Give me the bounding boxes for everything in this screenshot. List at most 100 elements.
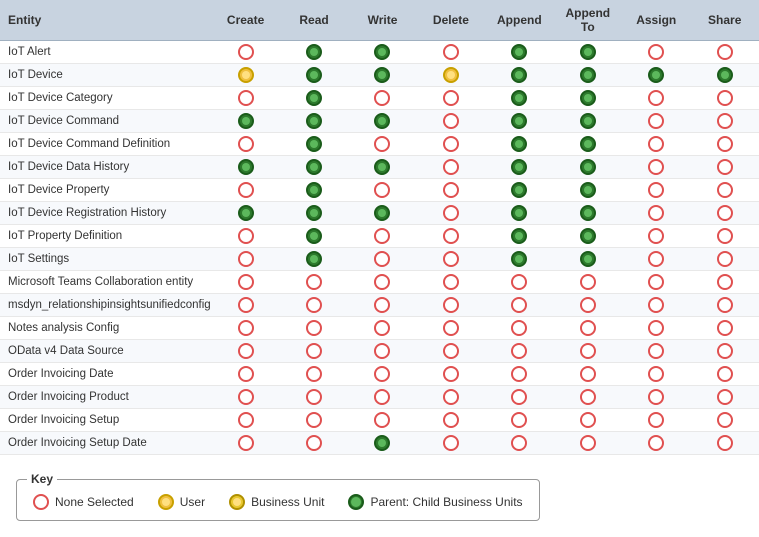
perm-cell[interactable] bbox=[211, 179, 279, 202]
perm-cell[interactable] bbox=[280, 179, 348, 202]
perm-cell[interactable] bbox=[348, 87, 416, 110]
perm-cell[interactable] bbox=[485, 294, 553, 317]
perm-cell[interactable] bbox=[622, 317, 690, 340]
perm-cell[interactable] bbox=[485, 64, 553, 87]
perm-cell[interactable] bbox=[211, 248, 279, 271]
perm-cell[interactable] bbox=[690, 110, 759, 133]
perm-cell[interactable] bbox=[622, 294, 690, 317]
perm-cell[interactable] bbox=[690, 363, 759, 386]
perm-cell[interactable] bbox=[485, 156, 553, 179]
perm-cell[interactable] bbox=[211, 64, 279, 87]
perm-cell[interactable] bbox=[280, 110, 348, 133]
perm-cell[interactable] bbox=[485, 363, 553, 386]
perm-cell[interactable] bbox=[348, 202, 416, 225]
perm-cell[interactable] bbox=[485, 432, 553, 455]
perm-cell[interactable] bbox=[348, 156, 416, 179]
perm-cell[interactable] bbox=[348, 340, 416, 363]
perm-cell[interactable] bbox=[417, 202, 485, 225]
perm-cell[interactable] bbox=[622, 110, 690, 133]
perm-cell[interactable] bbox=[280, 432, 348, 455]
perm-cell[interactable] bbox=[622, 432, 690, 455]
perm-cell[interactable] bbox=[211, 294, 279, 317]
perm-cell[interactable] bbox=[554, 133, 622, 156]
perm-cell[interactable] bbox=[690, 409, 759, 432]
perm-cell[interactable] bbox=[211, 156, 279, 179]
perm-cell[interactable] bbox=[280, 202, 348, 225]
perm-cell[interactable] bbox=[211, 87, 279, 110]
perm-cell[interactable] bbox=[690, 225, 759, 248]
perm-cell[interactable] bbox=[348, 110, 416, 133]
perm-cell[interactable] bbox=[690, 133, 759, 156]
perm-cell[interactable] bbox=[417, 363, 485, 386]
perm-cell[interactable] bbox=[417, 156, 485, 179]
perm-cell[interactable] bbox=[417, 225, 485, 248]
perm-cell[interactable] bbox=[622, 225, 690, 248]
perm-cell[interactable] bbox=[690, 432, 759, 455]
perm-cell[interactable] bbox=[348, 179, 416, 202]
perm-cell[interactable] bbox=[417, 294, 485, 317]
perm-cell[interactable] bbox=[211, 41, 279, 64]
perm-cell[interactable] bbox=[554, 340, 622, 363]
perm-cell[interactable] bbox=[690, 340, 759, 363]
perm-cell[interactable] bbox=[280, 133, 348, 156]
perm-cell[interactable] bbox=[622, 363, 690, 386]
perm-cell[interactable] bbox=[690, 317, 759, 340]
perm-cell[interactable] bbox=[554, 202, 622, 225]
perm-cell[interactable] bbox=[622, 271, 690, 294]
perm-cell[interactable] bbox=[211, 340, 279, 363]
perm-cell[interactable] bbox=[348, 432, 416, 455]
perm-cell[interactable] bbox=[211, 271, 279, 294]
perm-cell[interactable] bbox=[348, 64, 416, 87]
perm-cell[interactable] bbox=[348, 248, 416, 271]
perm-cell[interactable] bbox=[622, 133, 690, 156]
perm-cell[interactable] bbox=[622, 179, 690, 202]
perm-cell[interactable] bbox=[485, 87, 553, 110]
perm-cell[interactable] bbox=[554, 294, 622, 317]
perm-cell[interactable] bbox=[554, 87, 622, 110]
perm-cell[interactable] bbox=[622, 156, 690, 179]
perm-cell[interactable] bbox=[554, 248, 622, 271]
perm-cell[interactable] bbox=[690, 386, 759, 409]
perm-cell[interactable] bbox=[485, 41, 553, 64]
perm-cell[interactable] bbox=[280, 386, 348, 409]
perm-cell[interactable] bbox=[211, 432, 279, 455]
perm-cell[interactable] bbox=[622, 41, 690, 64]
perm-cell[interactable] bbox=[348, 271, 416, 294]
perm-cell[interactable] bbox=[554, 179, 622, 202]
perm-cell[interactable] bbox=[554, 409, 622, 432]
perm-cell[interactable] bbox=[280, 294, 348, 317]
perm-cell[interactable] bbox=[417, 340, 485, 363]
perm-cell[interactable] bbox=[211, 133, 279, 156]
perm-cell[interactable] bbox=[211, 225, 279, 248]
perm-cell[interactable] bbox=[690, 41, 759, 64]
perm-cell[interactable] bbox=[554, 363, 622, 386]
perm-cell[interactable] bbox=[690, 202, 759, 225]
perm-cell[interactable] bbox=[690, 64, 759, 87]
perm-cell[interactable] bbox=[554, 386, 622, 409]
perm-cell[interactable] bbox=[485, 202, 553, 225]
perm-cell[interactable] bbox=[485, 409, 553, 432]
perm-cell[interactable] bbox=[622, 409, 690, 432]
perm-cell[interactable] bbox=[554, 64, 622, 87]
perm-cell[interactable] bbox=[417, 432, 485, 455]
perm-cell[interactable] bbox=[280, 271, 348, 294]
perm-cell[interactable] bbox=[690, 271, 759, 294]
perm-cell[interactable] bbox=[280, 64, 348, 87]
perm-cell[interactable] bbox=[211, 110, 279, 133]
perm-cell[interactable] bbox=[417, 386, 485, 409]
perm-cell[interactable] bbox=[485, 225, 553, 248]
perm-cell[interactable] bbox=[417, 271, 485, 294]
perm-cell[interactable] bbox=[348, 386, 416, 409]
perm-cell[interactable] bbox=[280, 156, 348, 179]
perm-cell[interactable] bbox=[280, 340, 348, 363]
perm-cell[interactable] bbox=[622, 248, 690, 271]
perm-cell[interactable] bbox=[280, 87, 348, 110]
perm-cell[interactable] bbox=[280, 317, 348, 340]
perm-cell[interactable] bbox=[417, 248, 485, 271]
perm-cell[interactable] bbox=[554, 271, 622, 294]
perm-cell[interactable] bbox=[280, 225, 348, 248]
perm-cell[interactable] bbox=[417, 87, 485, 110]
perm-cell[interactable] bbox=[622, 87, 690, 110]
perm-cell[interactable] bbox=[280, 363, 348, 386]
perm-cell[interactable] bbox=[690, 294, 759, 317]
